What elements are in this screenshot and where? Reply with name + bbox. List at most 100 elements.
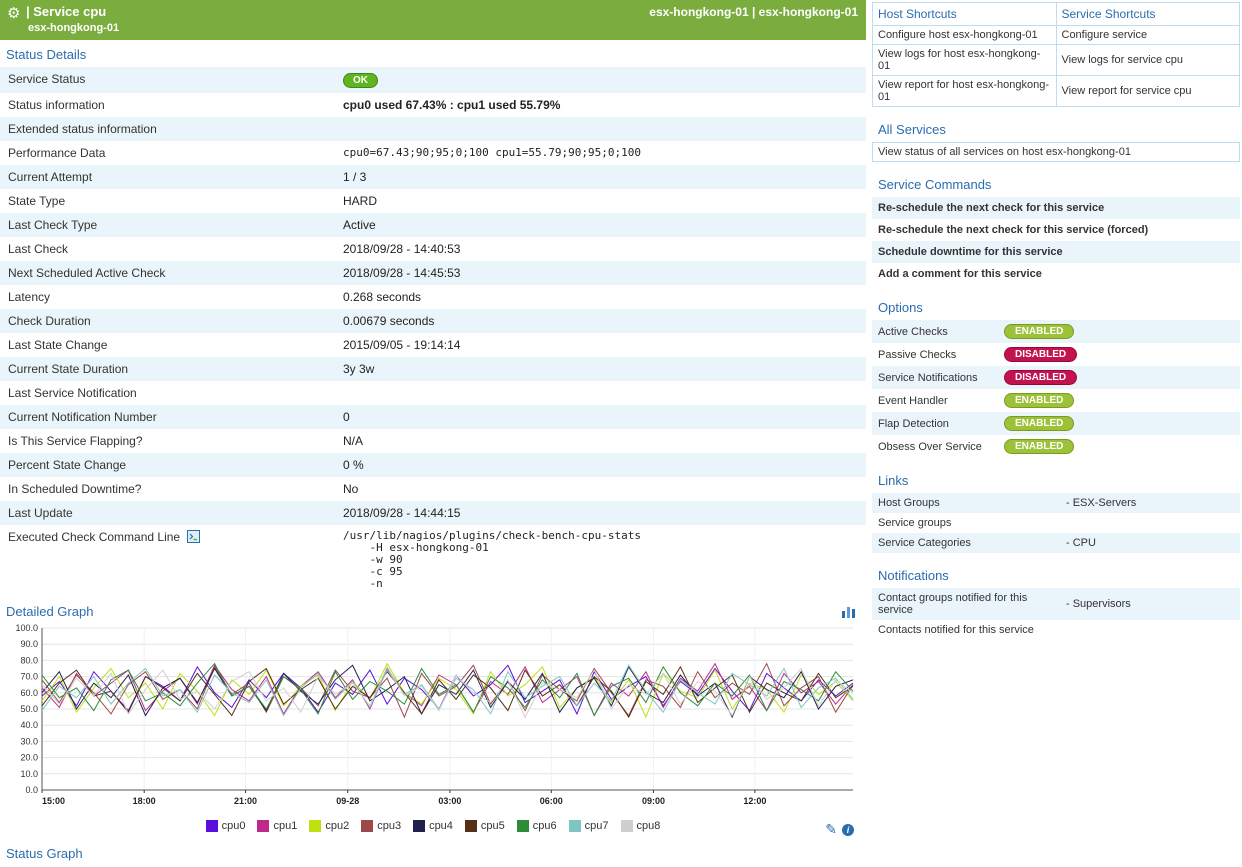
- shortcut-service-report[interactable]: View report for service cpu: [1056, 76, 1240, 107]
- table-row: Current State Duration 3y 3w: [0, 357, 866, 381]
- service-shortcuts-heading: Service Shortcuts: [1056, 3, 1240, 26]
- table-row: Event Handler ENABLED: [872, 389, 1240, 412]
- svg-text:06:00: 06:00: [540, 796, 563, 806]
- svg-text:0.0: 0.0: [25, 785, 38, 795]
- option-label-active-checks[interactable]: Active Checks: [872, 320, 998, 343]
- contact-groups-value[interactable]: - Supervisors: [1060, 588, 1240, 620]
- option-badge[interactable]: DISABLED: [1004, 347, 1077, 362]
- svg-text:20.0: 20.0: [20, 753, 38, 763]
- svg-text:09-28: 09-28: [336, 796, 359, 806]
- service-categories-value[interactable]: - CPU: [1060, 533, 1240, 553]
- legend-label: cpu7: [585, 820, 609, 832]
- option-badge[interactable]: ENABLED: [1004, 324, 1074, 339]
- table-row: Next Scheduled Active Check 2018/09/28 -…: [0, 261, 866, 285]
- command-reschedule-forced[interactable]: Re-schedule the next check for this serv…: [872, 219, 1240, 241]
- status-label: Check Duration: [0, 309, 335, 333]
- status-label: Next Scheduled Active Check: [0, 261, 335, 285]
- table-row: Service Notifications DISABLED: [872, 366, 1240, 389]
- table-row: Service groups: [872, 513, 1240, 533]
- legend-label: cpu8: [637, 820, 661, 832]
- header-host-links[interactable]: esx-hongkong-01 | esx-hongkong-01: [649, 5, 858, 19]
- svg-text:80.0: 80.0: [20, 655, 38, 665]
- status-value: [335, 381, 866, 405]
- status-label: Percent State Change: [0, 453, 335, 477]
- status-value: [335, 117, 866, 141]
- status-label: Last Check Type: [0, 213, 335, 237]
- legend-label: cpu4: [429, 820, 453, 832]
- command-add-comment[interactable]: Add a comment for this service: [872, 263, 1240, 285]
- option-badge[interactable]: ENABLED: [1004, 416, 1074, 431]
- status-label: Last Check: [0, 237, 335, 261]
- detailed-graph-heading: Detailed Graph: [6, 604, 93, 619]
- svg-text:09:00: 09:00: [642, 796, 665, 806]
- service-header: ⚙ | Service cpu esx-hongkong-01 esx-hong…: [0, 0, 866, 40]
- legend-item-cpu5: cpu5: [465, 820, 505, 832]
- option-badge[interactable]: DISABLED: [1004, 370, 1077, 385]
- option-label-service-notifications[interactable]: Service Notifications: [872, 366, 998, 389]
- option-label-obsess-over-service[interactable]: Obsess Over Service: [872, 435, 998, 458]
- gear-icon[interactable]: ⚙: [7, 4, 20, 22]
- status-value: N/A: [335, 429, 866, 453]
- all-services-link[interactable]: View status of all services on host esx-…: [873, 143, 1240, 162]
- bar-chart-icon[interactable]: [842, 605, 856, 618]
- table-row: Performance Data cpu0=67.43;90;95;0;100 …: [0, 141, 866, 165]
- legend-item-cpu8: cpu8: [621, 820, 661, 832]
- option-badge[interactable]: ENABLED: [1004, 439, 1074, 454]
- host-name-link[interactable]: esx-hongkong-01: [28, 22, 119, 34]
- info-icon[interactable]: i: [842, 824, 854, 836]
- status-label: In Scheduled Downtime?: [0, 477, 335, 501]
- links-table: Host Groups - ESX-Servers Service groups…: [872, 493, 1240, 553]
- svg-text:21:00: 21:00: [234, 796, 257, 806]
- status-value: HARD: [335, 189, 866, 213]
- svg-text:18:00: 18:00: [133, 796, 156, 806]
- command-reschedule[interactable]: Re-schedule the next check for this serv…: [872, 197, 1240, 219]
- table-row: View logs for host esx-hongkong-01 View …: [873, 45, 1240, 76]
- legend-swatch-cpu6: [517, 820, 529, 832]
- service-categories-label: Service Categories: [872, 533, 1060, 553]
- shortcut-service-logs[interactable]: View logs for service cpu: [1056, 45, 1240, 76]
- edit-graph-icon[interactable]: ✎: [825, 821, 837, 838]
- legend-item-cpu4: cpu4: [413, 820, 453, 832]
- links-heading: Links: [872, 466, 1240, 493]
- status-value: Active: [335, 213, 866, 237]
- legend-swatch-cpu7: [569, 820, 581, 832]
- table-row: Is This Service Flapping? N/A: [0, 429, 866, 453]
- shortcut-host-logs[interactable]: View logs for host esx-hongkong-01: [873, 45, 1057, 76]
- table-row: Configure host esx-hongkong-01 Configure…: [873, 26, 1240, 45]
- status-label: Status information: [0, 93, 335, 117]
- table-row: Status information cpu0 used 67.43% : cp…: [0, 93, 866, 117]
- legend-label: cpu6: [533, 820, 557, 832]
- status-value: 2018/09/28 - 14:40:53: [335, 237, 866, 261]
- table-row: Last State Change 2015/09/05 - 19:14:14: [0, 333, 866, 357]
- option-badge[interactable]: ENABLED: [1004, 393, 1074, 408]
- status-label: Extended status information: [0, 117, 335, 141]
- contacts-notified-label: Contacts notified for this service: [872, 620, 1060, 640]
- option-label-passive-checks[interactable]: Passive Checks: [872, 343, 998, 366]
- right-pane: Host Shortcuts Service Shortcuts Configu…: [866, 0, 1242, 867]
- shortcut-host-report[interactable]: View report for host esx-hongkong-01: [873, 76, 1057, 107]
- shortcut-configure-service[interactable]: Configure service: [1056, 26, 1240, 45]
- host-shortcuts-heading: Host Shortcuts: [873, 3, 1057, 26]
- table-row: Host Shortcuts Service Shortcuts: [873, 3, 1240, 26]
- table-row: Percent State Change 0 %: [0, 453, 866, 477]
- table-row: Host Groups - ESX-Servers: [872, 493, 1240, 513]
- service-commands-heading: Service Commands: [872, 170, 1240, 197]
- host-groups-label: Host Groups: [872, 493, 1060, 513]
- command-schedule-downtime[interactable]: Schedule downtime for this service: [872, 241, 1240, 263]
- svg-text:90.0: 90.0: [20, 639, 38, 649]
- table-row: View status of all services on host esx-…: [873, 143, 1240, 162]
- command-icon[interactable]: [187, 530, 200, 543]
- svg-text:10.0: 10.0: [20, 769, 38, 779]
- status-value: 3y 3w: [335, 357, 866, 381]
- svg-text:12:00: 12:00: [743, 796, 766, 806]
- status-label: Is This Service Flapping?: [0, 429, 335, 453]
- service-commands-list: Re-schedule the next check for this serv…: [872, 197, 1240, 285]
- table-row: Last Check Type Active: [0, 213, 866, 237]
- status-label: Last State Change: [0, 333, 335, 357]
- left-pane: ⚙ | Service cpu esx-hongkong-01 esx-hong…: [0, 0, 866, 867]
- shortcut-configure-host[interactable]: Configure host esx-hongkong-01: [873, 26, 1057, 45]
- option-label-flap-detection[interactable]: Flap Detection: [872, 412, 998, 435]
- legend-swatch-cpu8: [621, 820, 633, 832]
- option-label-event-handler[interactable]: Event Handler: [872, 389, 998, 412]
- host-groups-value[interactable]: - ESX-Servers: [1060, 493, 1240, 513]
